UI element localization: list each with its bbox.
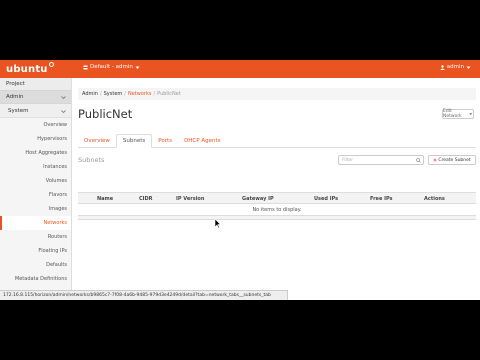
breadcrumb-current: PublicNet [157, 91, 181, 97]
edit-network-label: Edit Network [443, 109, 462, 119]
create-subnet-label: Create Subnet [438, 157, 471, 163]
tab-label: Overview [84, 138, 110, 144]
column-header-used-ips[interactable]: Used IPs [314, 196, 338, 202]
chevron-down-icon [61, 110, 66, 114]
column-header-actions: Actions [424, 196, 445, 202]
empty-message: No items to display. [252, 206, 302, 213]
sidebar-section-project[interactable]: Project [0, 78, 71, 91]
tab-ports[interactable]: Ports [152, 134, 178, 148]
sidebar: Project Admin System Overview Hypervisor… [0, 78, 72, 300]
breadcrumb-item: Admin [82, 91, 98, 97]
project-selector[interactable]: Default - admin [83, 64, 140, 70]
sidebar-item-label: Overview [43, 122, 67, 128]
sidebar-section-label: Admin [6, 94, 24, 100]
sidebar-item-floating-ips[interactable]: Floating IPs [0, 244, 71, 258]
sidebar-item-host-aggregates[interactable]: Host Aggregates [0, 146, 71, 160]
top-navbar: ubuntu Default - admin admin [0, 60, 480, 78]
tab-dhcp-agents[interactable]: DHCP Agents [178, 134, 226, 148]
sidebar-item-flavors[interactable]: Flavors [0, 188, 71, 202]
user-menu[interactable]: admin [440, 64, 471, 70]
sidebar-item-metadata-definitions[interactable]: Metadata Definitions [0, 272, 71, 286]
column-header-ip-version[interactable]: IP Version [176, 196, 204, 202]
sidebar-subsection-system[interactable]: System [0, 104, 71, 118]
sidebar-item-instances[interactable]: Instances [0, 160, 71, 174]
detail-tabs: Overview Subnets Ports DHCP Agents [78, 134, 476, 148]
breadcrumb-separator: / [99, 91, 102, 97]
edit-network-button[interactable]: Edit Network [442, 109, 474, 119]
server-icon [83, 65, 88, 69]
page-title: PublicNet [78, 107, 133, 121]
circle-of-friends-icon [48, 62, 54, 67]
sidebar-item-routers[interactable]: Routers [0, 230, 71, 244]
chevron-down-icon [61, 96, 66, 100]
tab-label: Ports [158, 138, 173, 144]
column-header-free-ips[interactable]: Free IPs [370, 196, 393, 202]
sidebar-item-label: Hypervisors [37, 136, 67, 142]
sidebar-item-hypervisors[interactable]: Hypervisors [0, 132, 71, 146]
subnets-table-footer [78, 216, 476, 220]
breadcrumb: Admin / System / Networks / PublicNet [78, 88, 476, 100]
sidebar-item-label: Defaults [46, 262, 67, 268]
brand-text: ubuntu [6, 64, 48, 75]
breadcrumb-separator: / [124, 91, 126, 97]
filter-placeholder: Filter [342, 157, 354, 163]
breadcrumb-separator: / [153, 91, 156, 97]
user-menu-label: admin [446, 64, 464, 70]
tab-label: DHCP Agents [184, 138, 221, 144]
subnets-table-header: Name CIDR IP Version Gateway IP Used IPs… [78, 192, 476, 204]
sidebar-item-label: Metadata Definitions [14, 276, 67, 282]
create-subnet-button[interactable]: Create Subnet [428, 155, 476, 165]
filter-input[interactable]: Filter [338, 155, 424, 165]
main-content: Admin / System / Networks / PublicNet Pu… [72, 78, 480, 300]
sidebar-item-networks[interactable]: Networks [0, 216, 71, 230]
sidebar-item-label: Networks [43, 220, 67, 226]
caret-down-icon [135, 66, 140, 69]
sidebar-item-label: Volumes [45, 178, 67, 184]
sidebar-item-label: Host Aggregates [25, 150, 67, 156]
sidebar-subsection-label: System [8, 107, 29, 114]
sidebar-item-volumes[interactable]: Volumes [0, 174, 71, 188]
subnets-heading: Subnets [78, 156, 105, 164]
table-empty-row: No items to display. [78, 204, 476, 216]
column-header-gateway-ip[interactable]: Gateway IP [242, 196, 274, 202]
sidebar-section-label: Project [6, 81, 25, 87]
caret-down-icon [466, 66, 471, 69]
sidebar-item-label: Instances [43, 164, 67, 170]
brand-logo[interactable]: ubuntu [6, 62, 54, 75]
sidebar-item-label: Routers [47, 234, 67, 240]
sidebar-item-defaults[interactable]: Defaults [0, 258, 71, 272]
sidebar-item-images[interactable]: Images [0, 202, 71, 216]
breadcrumb-link-networks[interactable]: Networks [128, 91, 151, 97]
browser-status-bar: 172.16.8.115/horizon/admin/networks/b986… [0, 290, 288, 300]
search-icon [416, 158, 421, 163]
sidebar-item-label: Flavors [48, 192, 67, 198]
sidebar-section-admin[interactable]: Admin [0, 91, 71, 104]
column-header-cidr[interactable]: CIDR [139, 196, 153, 202]
mouse-cursor-icon [215, 219, 221, 228]
sidebar-item-label: Floating IPs [38, 248, 67, 254]
sidebar-item-overview[interactable]: Overview [0, 118, 71, 132]
screen-frame: ubuntu Default - admin admin Project Adm… [0, 60, 480, 300]
plus-icon [433, 158, 437, 162]
tab-subnets[interactable]: Subnets [115, 134, 153, 148]
column-header-name[interactable]: Name [97, 196, 113, 202]
project-selector-label: Default - admin [90, 64, 133, 70]
user-icon [440, 64, 445, 70]
sidebar-item-label: Images [48, 206, 67, 212]
status-url: 172.16.8.115/horizon/admin/networks/b986… [3, 293, 271, 298]
tab-label: Subnets [122, 138, 146, 144]
caret-down-icon [469, 113, 473, 116]
breadcrumb-item: System [103, 91, 123, 97]
tab-overview[interactable]: Overview [78, 134, 116, 148]
